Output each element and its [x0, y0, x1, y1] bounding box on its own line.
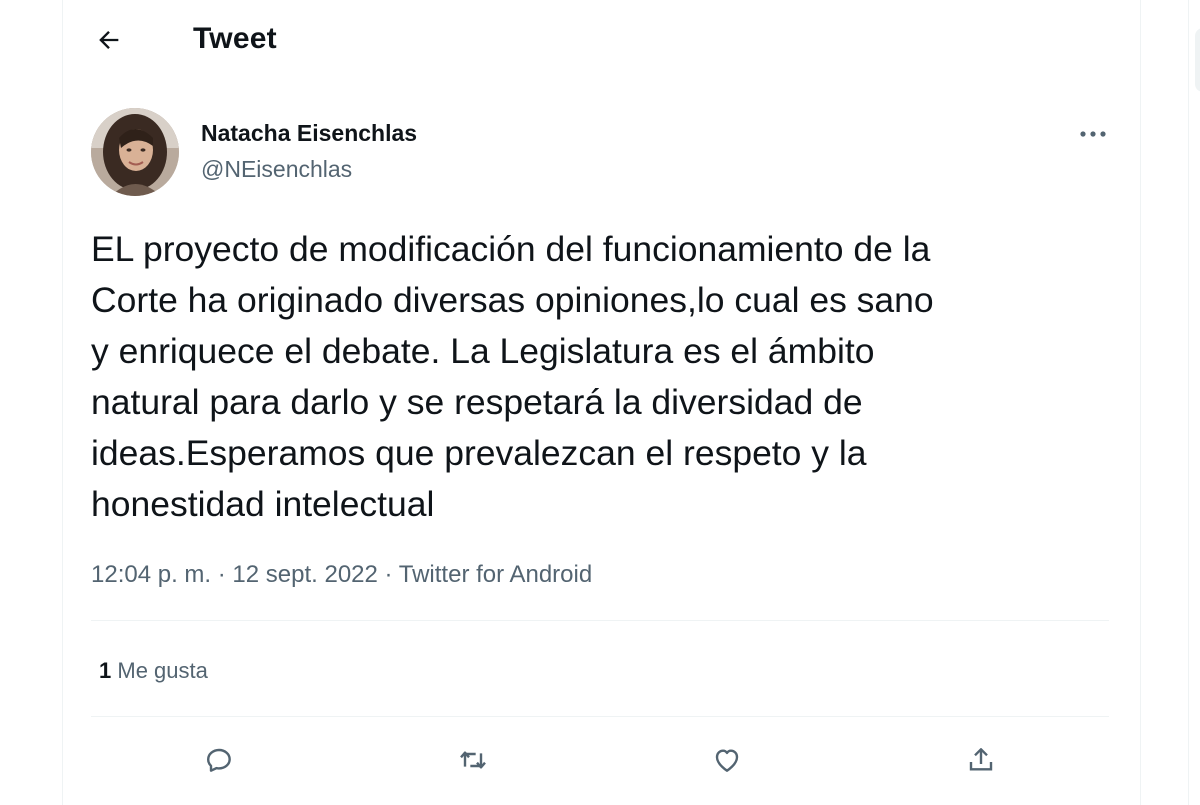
avatar[interactable]: [91, 108, 179, 196]
share-icon: [969, 748, 993, 771]
reply-button[interactable]: [195, 736, 243, 784]
like-button[interactable]: [703, 736, 751, 784]
tweet-meta: 12:04 p. m. · 12 sept. 2022 · Twitter fo…: [91, 561, 592, 589]
reply-icon: [207, 748, 231, 772]
tweet-text: EL proyecto de modificación del funciona…: [91, 229, 934, 524]
more-options-button[interactable]: [1071, 116, 1115, 152]
tweet-time[interactable]: 12:04 p. m.: [91, 561, 211, 588]
more-icon: [1080, 131, 1106, 137]
retweet-button[interactable]: [449, 736, 497, 784]
author-handle[interactable]: @NEisenchlas: [201, 156, 352, 183]
sidebar-edge: [1188, 0, 1200, 805]
likes-count[interactable]: 1 Me gusta: [99, 658, 208, 684]
meta-separator: ·: [211, 561, 233, 588]
tweet-date[interactable]: 12 sept. 2022: [232, 561, 377, 588]
tweet-detail-column: Tweet Natacha Eisenchlas @NEisenchlas EL…: [62, 0, 1141, 805]
likes-label: Me gusta: [117, 658, 208, 683]
heart-icon: [715, 749, 739, 772]
retweet-icon: [460, 751, 486, 769]
likes-number: 1: [99, 658, 112, 683]
arrow-left-icon: [99, 31, 119, 49]
page-title: Tweet: [193, 22, 277, 55]
search-box-edge: [1195, 28, 1200, 92]
meta-separator: ·: [377, 561, 399, 588]
avatar-image: [91, 108, 179, 196]
tweet-actions: [63, 730, 1140, 790]
divider: [91, 620, 1109, 621]
tweet-source[interactable]: Twitter for Android: [399, 561, 592, 588]
author-name[interactable]: Natacha Eisenchlas: [201, 120, 417, 147]
back-button[interactable]: [89, 20, 129, 60]
share-button[interactable]: [957, 736, 1005, 784]
divider: [91, 716, 1109, 717]
header: Tweet: [63, 0, 1140, 84]
